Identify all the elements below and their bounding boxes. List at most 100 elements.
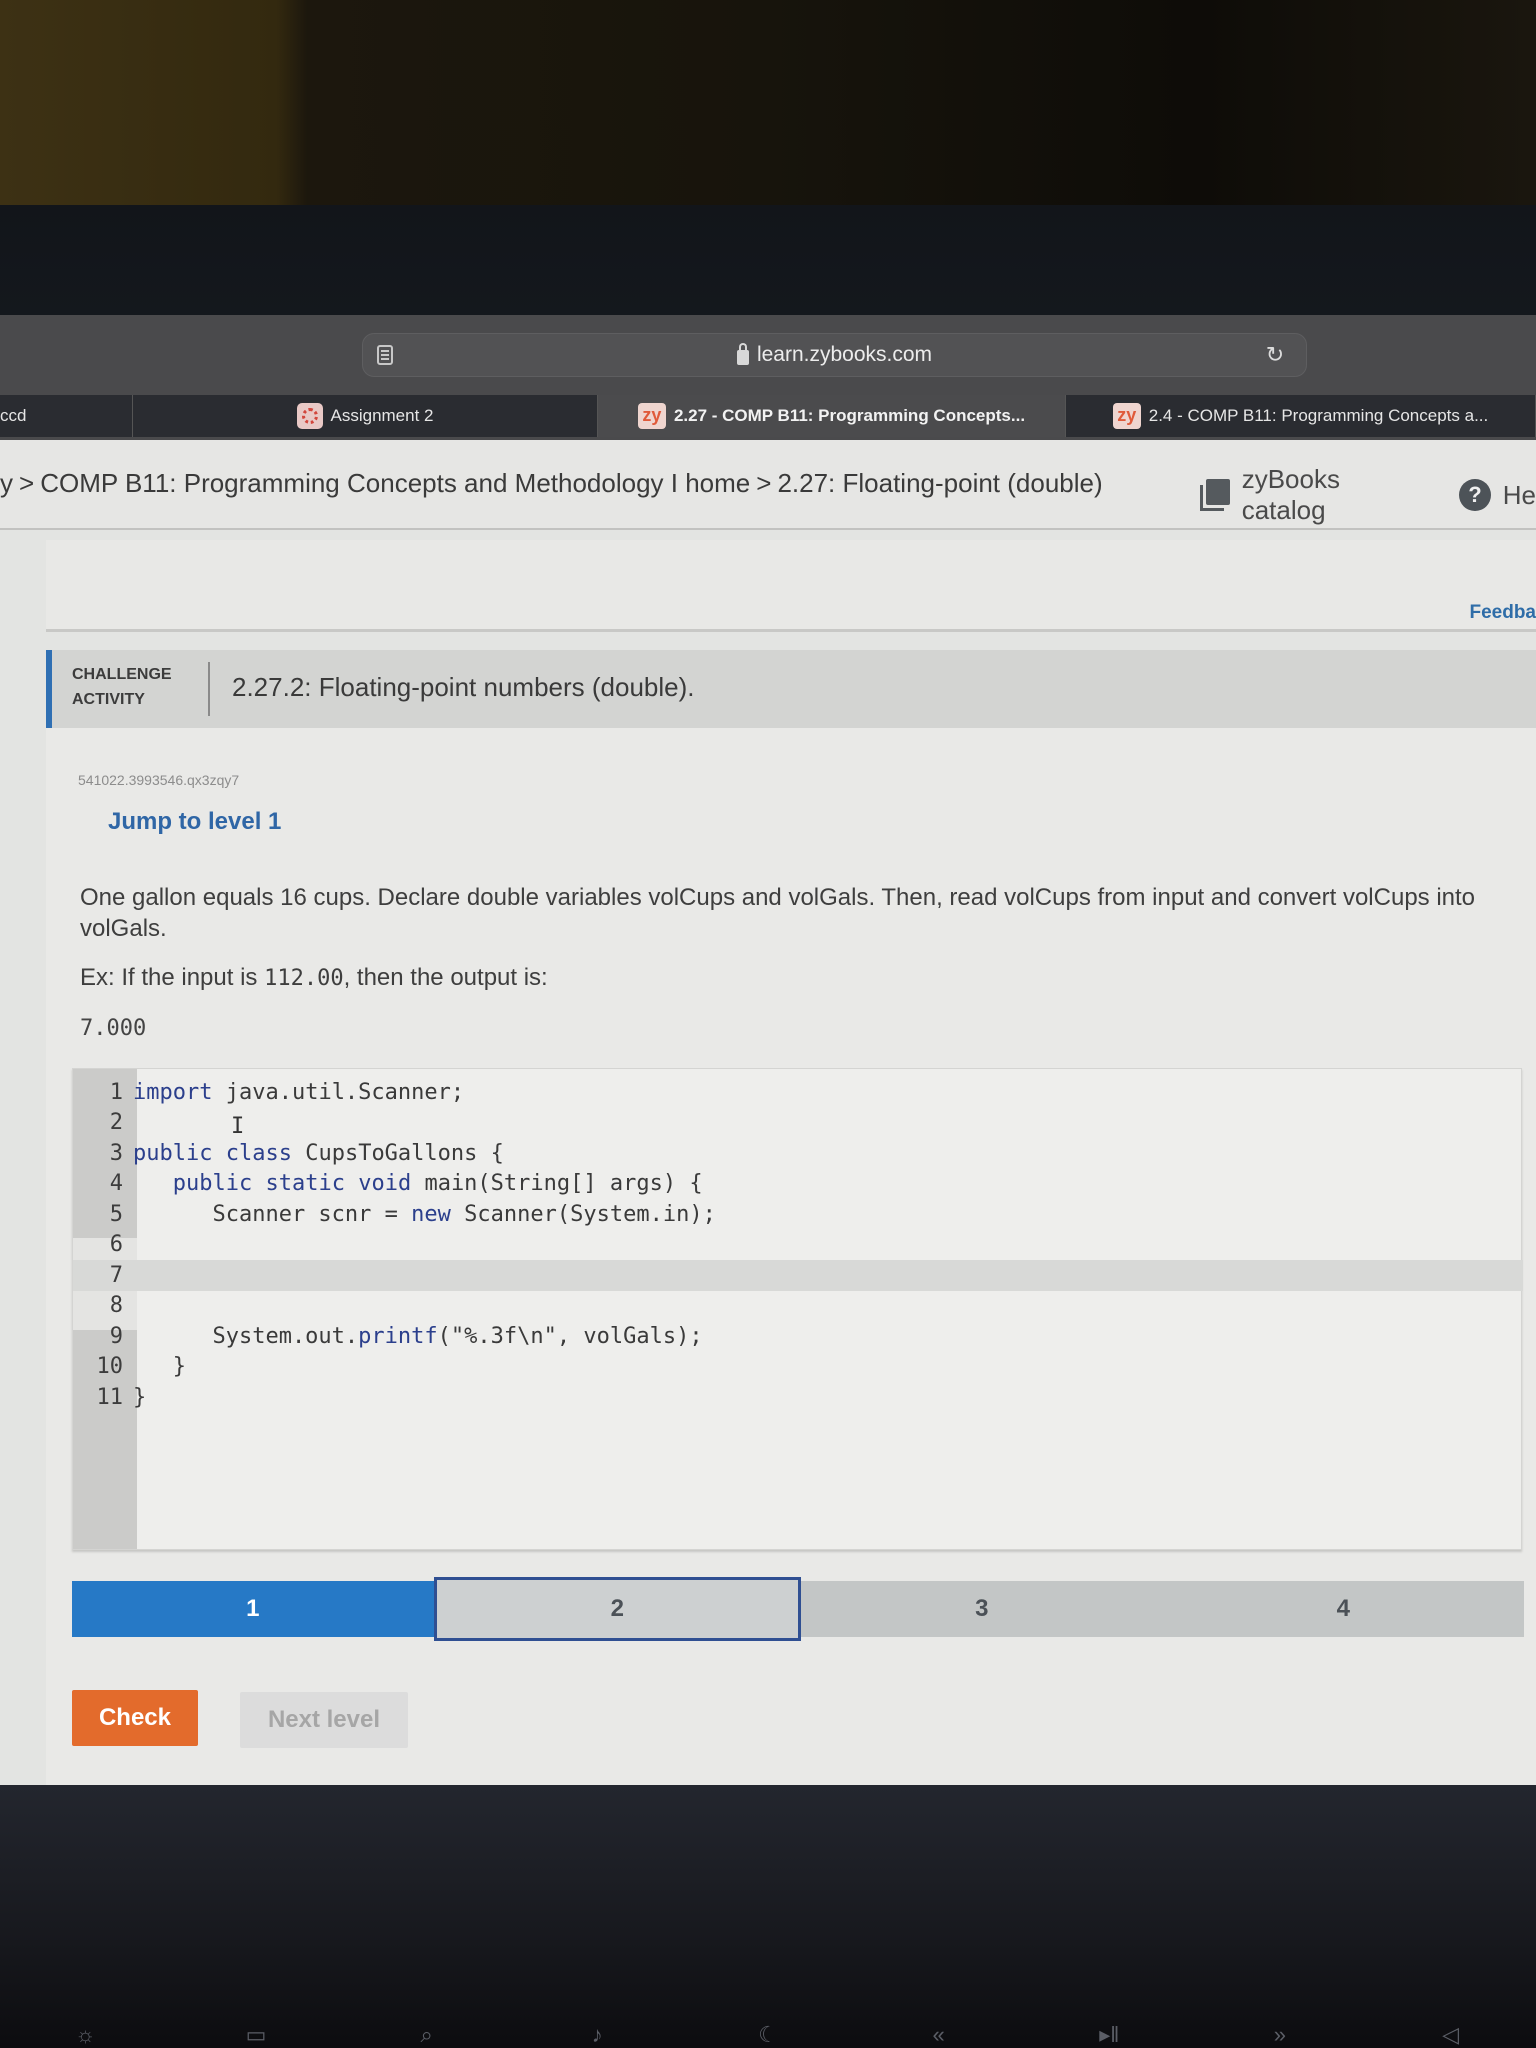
line-number: 11 <box>96 1384 124 1410</box>
reader-mode-icon[interactable] <box>377 345 393 365</box>
divider <box>208 662 210 716</box>
level-3[interactable]: 3 <box>801 1581 1163 1637</box>
brightness-icon: ☼ <box>75 2022 96 2047</box>
code-line[interactable]: 2 <box>73 1108 1523 1139</box>
code-line[interactable]: 7 <box>73 1260 1523 1291</box>
zybooks-icon: zy <box>637 403 666 429</box>
fast-forward-icon: » <box>1273 2022 1287 2047</box>
level-1[interactable]: 1 <box>72 1581 434 1637</box>
keyboard-function-row: ☼ ▭ ⌕ ♪ ☾ « ▸‖ » ◁ <box>0 2008 1536 2048</box>
challenge-title: 2.27.2: Floating-point numbers (double). <box>232 672 695 702</box>
reload-icon[interactable]: ↻ <box>1264 344 1286 366</box>
top-links: zyBooks catalog ? He <box>1200 464 1536 526</box>
line-number: 9 <box>109 1323 123 1349</box>
text-cursor-icon: I <box>231 1114 245 1139</box>
play-pause-icon: ▸‖ <box>1099 2022 1120 2047</box>
catalog-link[interactable]: zyBooks catalog <box>1242 464 1429 526</box>
zybooks-page: y > COMP B11: Programming Concepts and Met… <box>0 440 1536 1785</box>
challenge-prompt: One gallon equals 16 cups. Declare doubl… <box>80 884 1476 942</box>
help-icon[interactable]: ? <box>1459 479 1491 511</box>
help-link[interactable]: He <box>1503 480 1536 511</box>
example-text: Ex: If the input is 112.00, then the out… <box>80 964 548 992</box>
line-number: 7 <box>109 1262 123 1288</box>
browser-chrome: learn.zybooks.com ↻ ccd Assignment 2 zy … <box>0 315 1536 440</box>
code-lines[interactable]: 1 import java.util.Scanner; 2 3 public class… <box>73 1077 1523 1413</box>
line-number: 8 <box>109 1293 123 1319</box>
code-text[interactable]: import java.util.Scanner; <box>131 1080 464 1105</box>
next-level-button[interactable]: Next level <box>240 1692 408 1748</box>
tab-assignment-2[interactable]: Assignment 2 <box>133 395 598 437</box>
feedback-link[interactable]: Feedba <box>1469 602 1536 624</box>
line-number: 5 <box>109 1201 123 1227</box>
code-text[interactable]: public static void main(String[] args) { <box>131 1171 703 1196</box>
challenge-activity-label: CHALLENGE ACTIVITY <box>72 662 172 712</box>
level-progress: 1 2 3 4 <box>72 1577 1524 1641</box>
catalog-icon <box>1200 479 1230 511</box>
tab-label: 2.4 - COMP B11: Programming Concepts a..… <box>1148 406 1489 425</box>
check-button[interactable]: Check <box>72 1690 198 1746</box>
mute-icon: ◁ <box>1442 2022 1460 2047</box>
moon-icon: ☾ <box>758 2022 778 2047</box>
challenge-header: CHALLENGE ACTIVITY 2.27.2: Floating-poin… <box>46 650 1536 728</box>
line-number: 1 <box>109 1079 123 1105</box>
address-bar[interactable]: learn.zybooks.com ↻ <box>362 333 1307 377</box>
code-text[interactable]: } <box>131 1354 186 1379</box>
line-number: 10 <box>96 1354 124 1380</box>
label-line-1: CHALLENGE <box>72 666 172 683</box>
code-line[interactable]: 6 <box>73 1230 1523 1261</box>
code-text[interactable]: } <box>131 1385 146 1410</box>
zybooks-icon: zy <box>1112 403 1141 429</box>
tab-label: 2.27 - COMP B11: Programming Concepts... <box>673 406 1026 425</box>
breadcrumb-separator: > <box>19 468 35 498</box>
breadcrumb-item-course-home[interactable]: COMP B11: Programming Concepts and Metho… <box>40 468 750 498</box>
monitor-bezel-bottom: ☼ ▭ ⌕ ♪ ☾ « ▸‖ » ◁ <box>0 1785 1536 2048</box>
code-text[interactable]: Scanner scnr = new Scanner(System.in); <box>131 1202 715 1227</box>
example-output: 7.000 <box>80 1016 147 1041</box>
code-editor[interactable]: 1 import java.util.Scanner; 2 3 public class… <box>72 1068 1523 1550</box>
rewind-icon: « <box>932 2022 945 2047</box>
code-line[interactable]: 3 public class CupsToGallons { <box>73 1138 1523 1169</box>
breadcrumb-separator: > <box>756 468 772 498</box>
section-header-panel <box>46 540 1536 632</box>
breadcrumb-item-library[interactable]: y <box>0 468 13 498</box>
code-line[interactable]: 5 Scanner scnr = new Scanner(System.in); <box>73 1199 1523 1230</box>
challenge-activity: CHALLENGE ACTIVITY 2.27.2: Floating-poin… <box>46 650 1536 1785</box>
code-line[interactable]: 11} <box>73 1382 1523 1413</box>
code-line[interactable]: 10 } <box>73 1352 1523 1383</box>
activity-id: 541022.3993546.qx3zqy7 <box>78 772 240 788</box>
code-text[interactable]: System.out.printf("%.3f\n", volGals); <box>131 1324 702 1349</box>
top-nav: y > COMP B11: Programming Concepts and Met… <box>0 440 1536 530</box>
code-line[interactable]: 8 <box>73 1291 1523 1322</box>
tab-zybooks-2-27[interactable]: zy 2.27 - COMP B11: Programming Concepts… <box>598 395 1066 437</box>
code-line[interactable]: 4 public static void main(String[] args)… <box>73 1169 1523 1200</box>
code-line[interactable]: 9 System.out.printf("%.3f\n", volGals); <box>73 1321 1523 1352</box>
microphone-icon: ♪ <box>591 2022 603 2047</box>
lock-icon <box>736 343 749 365</box>
example-input: 112.00 <box>264 966 344 991</box>
line-number: 6 <box>109 1232 123 1258</box>
jump-to-level-link[interactable]: Jump to level 1 <box>108 808 281 836</box>
example-prefix: Ex: If the input is <box>80 964 265 991</box>
line-number: 4 <box>109 1171 123 1197</box>
tab-zybooks-2-4[interactable]: zy 2.4 - COMP B11: Programming Concepts … <box>1066 395 1536 437</box>
example-suffix: , then the output is: <box>343 964 548 991</box>
level-4[interactable]: 4 <box>1162 1581 1524 1637</box>
breadcrumb: y > COMP B11: Programming Concepts and Met… <box>0 468 1103 499</box>
breadcrumb-item-section[interactable]: 2.27: Floating-point (double) <box>777 468 1102 498</box>
code-text[interactable]: public class CupsToGallons { <box>131 1141 504 1166</box>
tab-bar: ccd Assignment 2 zy 2.27 - COMP B11: Pro… <box>0 395 1536 440</box>
label-line-2: ACTIVITY <box>72 691 145 708</box>
background-photo <box>0 0 1536 210</box>
line-number: 2 <box>109 1110 123 1136</box>
level-2[interactable]: 2 <box>433 1577 801 1641</box>
line-number: 3 <box>109 1140 123 1166</box>
tab-ccd[interactable]: ccd <box>0 395 133 437</box>
tab-label: Assignment 2 <box>330 406 434 425</box>
monitor-bezel-top <box>0 205 1536 317</box>
mission-control-icon: ▭ <box>245 2022 267 2047</box>
search-icon: ⌕ <box>420 2022 433 2047</box>
canvas-icon <box>296 403 323 429</box>
url-text: learn.zybooks.com <box>756 343 933 366</box>
tab-label: ccd <box>0 406 27 425</box>
code-line[interactable]: 1 import java.util.Scanner; <box>73 1077 1523 1108</box>
